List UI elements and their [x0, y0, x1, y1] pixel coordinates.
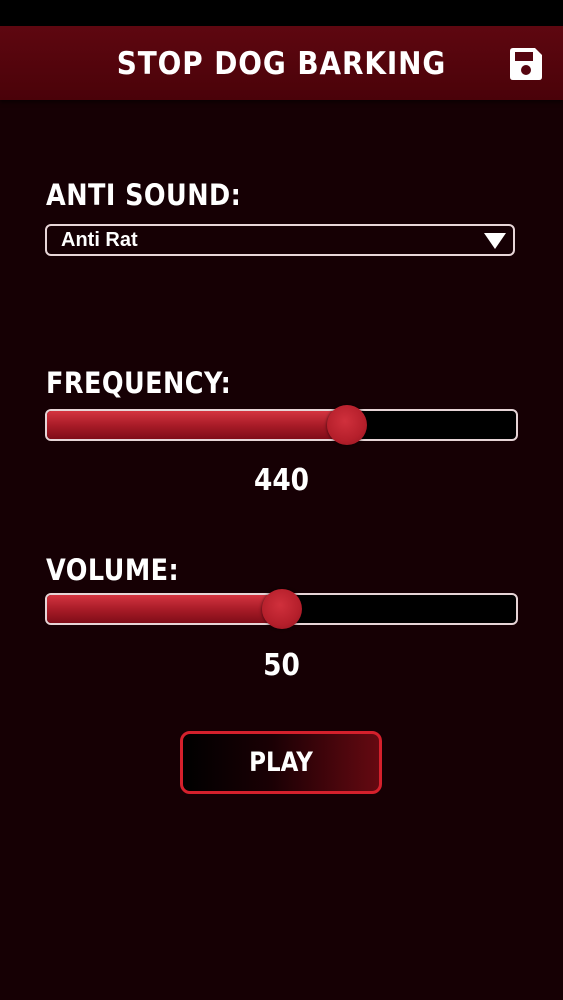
- play-button-label: PLAY: [249, 747, 313, 778]
- play-button[interactable]: PLAY: [180, 731, 382, 794]
- frequency-slider-fill: [47, 411, 348, 439]
- volume-slider-thumb[interactable]: [261, 589, 302, 629]
- floppy-disk-icon: [510, 48, 542, 80]
- volume-slider-fill: [47, 595, 282, 623]
- volume-slider[interactable]: [45, 589, 518, 629]
- save-button[interactable]: [506, 44, 546, 84]
- anti-sound-label: ANTI SOUND:: [46, 178, 242, 212]
- frequency-slider-thumb[interactable]: [327, 405, 368, 445]
- page-title: STOP DOG BARKING: [116, 46, 447, 82]
- volume-value: 50: [263, 648, 300, 683]
- app-header: STOP DOG BARKING: [0, 26, 563, 100]
- frequency-value: 440: [253, 463, 310, 498]
- anti-sound-select[interactable]: Anti Rat: [45, 224, 515, 256]
- app-screen: STOP DOG BARKING ANTI SOUND: Anti Rat FR…: [0, 26, 563, 1000]
- status-bar-strip: [0, 0, 563, 26]
- frequency-label: FREQUENCY:: [46, 366, 232, 400]
- triangle-down-icon: [484, 233, 506, 249]
- volume-label: VOLUME:: [46, 553, 180, 587]
- anti-sound-selected-value: Anti Rat: [61, 229, 138, 251]
- frequency-slider[interactable]: [45, 405, 518, 445]
